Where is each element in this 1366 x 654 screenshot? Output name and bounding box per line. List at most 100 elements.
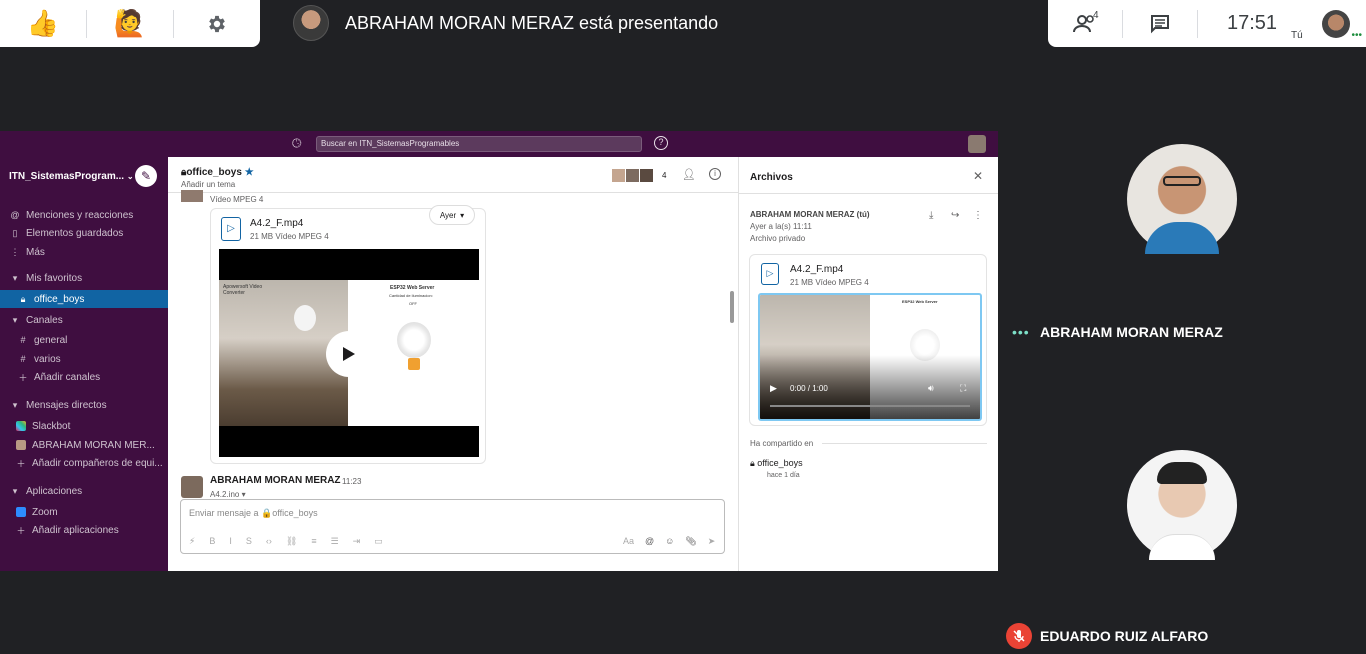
play-icon: [343, 347, 355, 361]
file-name[interactable]: A4.2_F.mp4: [250, 218, 303, 229]
sidebar-item-zoom[interactable]: Zoom: [0, 503, 168, 521]
sidebar-item-dm-abraham[interactable]: ABRAHAM MORAN MER...: [0, 436, 168, 454]
history-icon[interactable]: 🕓︎: [292, 136, 302, 151]
send-icon[interactable]: ➤: [708, 536, 716, 547]
sidebar-item-general[interactable]: # general: [0, 331, 168, 349]
more-icon[interactable]: ⋮: [973, 210, 983, 221]
participant-avatar-abraham[interactable]: [1127, 144, 1237, 254]
bullet-list-icon[interactable]: ☰: [331, 536, 339, 547]
sidebar-item-mentions[interactable]: @ Menciones y reacciones: [0, 206, 168, 224]
emoji-icon[interactable]: ☺: [665, 536, 674, 547]
divider: [822, 443, 987, 444]
section-dms[interactable]: ▾ Mensajes directos: [0, 396, 168, 414]
bulb-image: [294, 305, 316, 331]
video-player[interactable]: ESP32 Web Server ▶ 0:00 / 1:00 🔊︎ ⛶: [758, 293, 982, 421]
hash-icon: #: [20, 335, 26, 345]
channel-topic[interactable]: Añadir un tema: [181, 180, 235, 189]
slack-search-input[interactable]: Buscar en ITN_SistemasProgramables: [316, 136, 642, 152]
section-apps[interactable]: ▾ Aplicaciones: [0, 482, 168, 500]
message-author[interactable]: ABRAHAM MORAN MERAZ: [210, 475, 341, 486]
section-channels[interactable]: ▾ Canales: [0, 311, 168, 329]
video-file-icon: ▷: [221, 217, 241, 241]
self-avatar: [1322, 9, 1350, 38]
files-panel: Archivos ✕ ABRAHAM MORAN MERAZ (tú) Ayer…: [738, 157, 998, 571]
italic-icon[interactable]: I: [229, 536, 232, 547]
video-thumbnail[interactable]: Apowersoft Video Converter ESP32 Web Ser…: [219, 249, 479, 457]
progress-bar[interactable]: [770, 405, 970, 407]
file-meta: 21 MB Vídeo MPEG 4: [250, 232, 329, 241]
file-owner[interactable]: ABRAHAM MORAN MERAZ (tú): [750, 210, 870, 219]
channel-title[interactable]: 🔒︎office_boys ★: [181, 167, 254, 178]
people-button[interactable]: 4: [1048, 0, 1122, 47]
message-time[interactable]: 11:23: [342, 477, 361, 486]
sidebar-item-saved[interactable]: ▯ Elementos guardados: [0, 224, 168, 242]
bold-icon[interactable]: B: [209, 536, 215, 547]
composer-input[interactable]: Enviar mensaje a 🔒office_boys: [189, 508, 318, 519]
plus-icon: ＋: [16, 458, 26, 469]
format-toolbar: ⚡︎ B I S ‹› ⛓︎ ≡ ☰ ⇥ ▭: [189, 536, 383, 547]
shirt: [1145, 222, 1219, 254]
help-icon[interactable]: ?: [654, 136, 668, 150]
slackbot-icon: [16, 421, 26, 431]
participants-panel: ••• ABRAHAM MORAN MERAZ EDUARDO RUIZ ALF…: [998, 47, 1366, 654]
add-channels-button[interactable]: ＋ Añadir canales: [0, 368, 168, 386]
add-member-icon[interactable]: 👤︎: [682, 168, 696, 181]
mention-icon[interactable]: @: [645, 536, 654, 547]
raise-hand-button[interactable]: 🙋: [87, 0, 173, 47]
ordered-list-icon[interactable]: ≡: [311, 536, 316, 547]
web-panel-sub: Cantidad de iluminacion:: [389, 293, 433, 298]
bulb-base: [408, 358, 420, 370]
share-icon[interactable]: ↪: [951, 210, 959, 221]
play-icon[interactable]: ▶: [770, 383, 777, 394]
attach-icon[interactable]: 📎︎: [685, 536, 696, 547]
self-view[interactable]: Tú •••: [1291, 0, 1366, 47]
slack-sidebar: ITN_SistemasProgram... ⌄ ✎ @ Menciones y …: [0, 157, 168, 571]
scrollbar[interactable]: [730, 291, 734, 323]
shared-when: hace 1 día: [767, 472, 800, 479]
info-icon[interactable]: i: [709, 168, 721, 180]
files-panel-title: Archivos: [750, 172, 793, 183]
add-teammates-button[interactable]: ＋ Añadir compañeros de equi...: [0, 454, 168, 472]
sidebar-item-office-boys[interactable]: 🔒︎ office_boys: [0, 290, 168, 308]
caret-down-icon: ▾: [12, 399, 18, 410]
fullscreen-icon[interactable]: ⛶: [960, 383, 966, 394]
chat-button[interactable]: [1123, 0, 1197, 47]
avatar: [181, 190, 203, 202]
close-icon[interactable]: ✕: [973, 169, 983, 183]
participant-avatar-eduardo[interactable]: [1127, 450, 1237, 560]
file-name[interactable]: A4.2_F.mp4: [790, 264, 843, 275]
code-block-icon[interactable]: ▭: [374, 536, 383, 547]
file-preview-card[interactable]: ▷ A4.2_F.mp4 21 MB Vídeo MPEG 4 ESP32 We…: [749, 254, 987, 426]
play-button[interactable]: [326, 331, 372, 377]
text-format-icon[interactable]: Aa: [623, 536, 634, 547]
settings-button[interactable]: [174, 0, 260, 47]
message-file[interactable]: A4.2.ino ▾: [210, 490, 246, 499]
message-composer[interactable]: Enviar mensaje a 🔒office_boys ⚡︎ B I S ‹…: [180, 499, 725, 554]
chevron-down-icon: ▾: [460, 210, 465, 220]
add-apps-button[interactable]: ＋ Añadir aplicaciones: [0, 521, 168, 539]
date-pill[interactable]: Ayer ▾: [429, 205, 475, 225]
self-label: Tú: [1291, 30, 1303, 41]
shortcuts-icon[interactable]: ⚡︎: [189, 536, 195, 547]
video-file-card[interactable]: Ayer ▾ ▷ A4.2_F.mp4 21 MB Vídeo MPEG 4 Ap…: [210, 205, 486, 464]
compose-button[interactable]: ✎: [135, 165, 157, 187]
sidebar-item-more[interactable]: ⋮ Más: [0, 243, 168, 261]
code-icon[interactable]: ‹›: [266, 536, 272, 547]
web-panel-value: OFF: [409, 301, 417, 306]
volume-icon[interactable]: 🔊︎: [928, 383, 934, 394]
converter-watermark: Apowersoft Video Converter: [223, 284, 263, 296]
link-icon[interactable]: ⛓︎: [286, 536, 297, 547]
participant-name-eduardo: EDUARDO RUIZ ALFARO: [1040, 628, 1209, 644]
thumbs-up-reaction-button[interactable]: 👍: [0, 0, 86, 47]
user-avatar[interactable]: [968, 135, 986, 153]
star-icon[interactable]: ★: [245, 167, 254, 178]
sidebar-item-slackbot[interactable]: Slackbot: [0, 417, 168, 435]
shared-channel[interactable]: 🔒︎ office_boys: [750, 458, 803, 469]
download-icon[interactable]: ⤓: [929, 210, 933, 221]
workspace-name[interactable]: ITN_SistemasProgram... ⌄: [9, 171, 134, 182]
strike-icon[interactable]: S: [246, 536, 252, 547]
sidebar-item-varios[interactable]: # varios: [0, 350, 168, 368]
section-favorites[interactable]: ▾ Mis favoritos: [0, 269, 168, 287]
member-avatars[interactable]: 4: [612, 169, 666, 182]
indent-icon[interactable]: ⇥: [353, 536, 361, 547]
